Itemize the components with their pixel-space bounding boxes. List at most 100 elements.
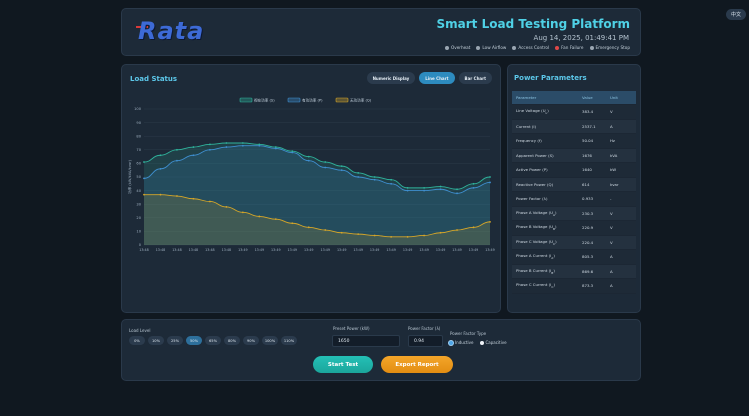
data-point: [159, 193, 162, 196]
data-point: [423, 186, 425, 189]
data-point: [241, 211, 244, 214]
load-level-button[interactable]: 10%: [148, 336, 164, 345]
status-dot-icon: [589, 45, 594, 50]
legend-label: 无功功率 (Q): [350, 97, 372, 102]
status-label: Overheat: [450, 45, 471, 50]
parameter-unit: kVA: [610, 152, 618, 158]
load-level-label: Load Level: [129, 328, 151, 333]
data-point: [176, 195, 178, 197]
data-point: [340, 231, 343, 234]
parameter-unit: V: [610, 109, 613, 115]
data-point: [225, 146, 228, 148]
table-row: Phase A Current (IA) 805.3 A: [512, 250, 636, 265]
load-level-button[interactable]: 25%: [167, 336, 183, 345]
radio-label: Capacitive: [485, 340, 507, 345]
data-point: [357, 176, 360, 178]
parameter-unit: A: [610, 268, 613, 274]
data-point: [307, 155, 310, 158]
data-point: [390, 182, 393, 185]
load-level-button[interactable]: 110%: [281, 336, 297, 345]
data-point: [258, 144, 261, 147]
y-tick-label: 50: [136, 175, 141, 179]
table-row: Current (I) 2537.1 A: [512, 119, 636, 134]
parameter-unit: Hz: [610, 138, 615, 144]
x-tick-label: 13:49: [436, 248, 446, 252]
load-level-button[interactable]: 65%: [205, 336, 221, 345]
control-panel: Load Level 0% 10% 25% 50% 65% 80% 90% 100% 110% …: [121, 319, 641, 381]
tab-line-chart[interactable]: Line Chart: [419, 72, 455, 84]
radio-inductive[interactable]: Inductive: [449, 340, 474, 345]
data-point: [357, 233, 360, 236]
brand-logo: Rata: [138, 17, 205, 45]
header-value: Value: [582, 95, 593, 100]
parameter-value: 1676: [582, 152, 592, 158]
parameter-unit: A: [610, 123, 613, 129]
data-point: [489, 181, 491, 184]
y-tick-label: 40: [136, 189, 141, 193]
parameter-value: 869.6: [582, 268, 594, 274]
tab-bar-chart[interactable]: Bar Chart: [458, 72, 492, 84]
x-tick-label: 13:49: [370, 248, 380, 252]
y-tick-label: 30: [136, 202, 141, 206]
load-level-button[interactable]: 100%: [262, 336, 278, 345]
x-tick-label: 13:49: [403, 248, 413, 252]
load-level-button[interactable]: 80%: [224, 336, 240, 345]
x-tick-label: 13:48: [172, 248, 182, 252]
legend-label: 有功功率 (P): [302, 97, 323, 102]
data-point: [406, 186, 409, 189]
load-status-panel: Load Status Numeric Display Line Chart B…: [121, 64, 501, 313]
x-tick-label: 13:49: [271, 248, 281, 252]
data-point: [274, 218, 277, 221]
parameter-unit: -: [610, 196, 612, 202]
parameter-value: 230.3: [582, 210, 594, 216]
data-point: [373, 234, 376, 237]
load-level-button[interactable]: 0%: [129, 336, 145, 345]
x-tick-label: 13:49: [485, 248, 495, 252]
parameter-name: Active Power (P): [516, 167, 548, 173]
data-point: [225, 142, 228, 144]
parameter-name: Phase B Current (IB): [516, 267, 555, 275]
load-level-button[interactable]: 90%: [243, 336, 259, 345]
power-factor-label: Power Factor (λ): [408, 326, 441, 331]
data-point: [439, 231, 442, 234]
y-tick-label: 20: [136, 216, 141, 220]
data-point: [423, 234, 425, 237]
radio-selected-icon: [449, 340, 453, 345]
parameters-table: Parameter Value Unit Line Voltage (UL) 38…: [512, 91, 636, 294]
radio-capacitive[interactable]: Capacitive: [479, 340, 507, 345]
parameter-value: 873.3: [582, 283, 594, 289]
status-label: Emergency Stop: [595, 45, 630, 50]
status-label: Fan Failure: [561, 45, 584, 50]
export-report-button[interactable]: Export Report: [381, 356, 453, 373]
start-test-button[interactable]: Start Test: [313, 356, 373, 373]
legend-swatch: [287, 97, 301, 103]
data-point: [324, 229, 327, 231]
parameter-unit: V: [610, 239, 613, 245]
x-tick-label: 13:49: [419, 248, 429, 252]
x-tick-label: 13:49: [469, 248, 479, 252]
power-parameters-title: Power Parameters: [514, 74, 587, 82]
power-factor-input[interactable]: 0.94: [408, 335, 443, 347]
data-point: [241, 144, 244, 147]
header-parameter: Parameter: [516, 95, 537, 100]
table-header-row: Parameter Value Unit: [512, 91, 636, 105]
y-tick-label: 80: [136, 134, 141, 138]
parameter-name: Power Factor (λ): [516, 196, 548, 202]
header-unit: Unit: [610, 95, 618, 100]
language-toggle-button[interactable]: 中文: [726, 9, 746, 20]
data-point: [456, 188, 458, 191]
load-level-button[interactable]: 50%: [186, 336, 202, 345]
status-overheat: Overheat: [444, 45, 471, 50]
data-point: [209, 200, 211, 203]
table-row: Reactive Power (Q) 614 kvar: [512, 177, 636, 192]
x-tick-label: 13:48: [205, 248, 215, 252]
table-row: Phase C Voltage (UC) 220.4 V: [512, 235, 636, 250]
data-point: [291, 151, 294, 154]
data-point: [456, 229, 458, 231]
preset-power-input[interactable]: 1650: [332, 335, 400, 347]
data-point: [324, 166, 327, 169]
parameter-value: 614: [582, 181, 590, 187]
data-point: [209, 143, 211, 146]
tab-numeric-display[interactable]: Numeric Display: [366, 72, 416, 84]
alarm-status-row: Overheat Low Airflow Access Control Fan …: [444, 45, 630, 50]
